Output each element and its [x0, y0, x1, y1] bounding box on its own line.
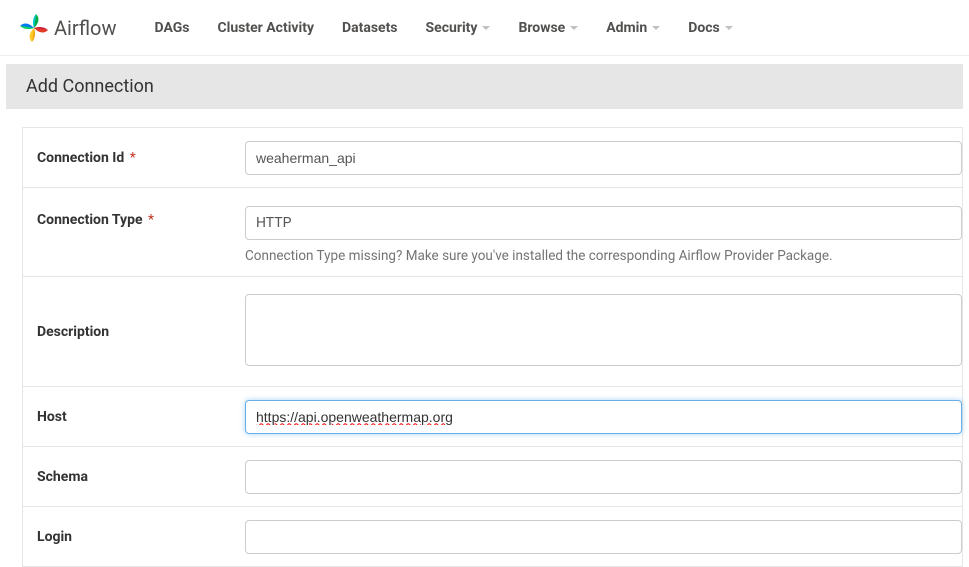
connection-id-input[interactable]: [245, 141, 962, 175]
connection-type-value: HTTP: [256, 215, 291, 231]
nav-admin[interactable]: Admin: [592, 14, 674, 42]
row-login: Login: [23, 507, 962, 567]
airflow-pinwheel-icon: [18, 12, 50, 44]
nav-dags[interactable]: DAGs: [140, 14, 203, 42]
nav-security[interactable]: Security: [412, 14, 505, 42]
login-input[interactable]: [245, 520, 962, 554]
chevron-down-icon: [482, 26, 490, 30]
label-description: Description: [23, 324, 245, 340]
nav-browse[interactable]: Browse: [504, 14, 592, 42]
label-connection-id-text: Connection Id: [37, 150, 124, 166]
nav-security-label: Security: [426, 20, 478, 36]
page-title: Add Connection: [6, 64, 963, 109]
logo[interactable]: Airflow: [18, 12, 116, 44]
nav-items: DAGs Cluster Activity Datasets Security …: [140, 14, 746, 42]
row-connection-id: Connection Id *: [23, 128, 962, 188]
nav-admin-label: Admin: [606, 20, 647, 36]
host-input[interactable]: [245, 400, 962, 434]
label-login: Login: [23, 529, 245, 545]
nav-datasets-label: Datasets: [342, 20, 398, 36]
row-description: Description: [23, 277, 962, 387]
required-indicator: *: [145, 212, 155, 228]
brand-name: Airflow: [54, 16, 116, 40]
row-host: Host: [23, 387, 962, 447]
nav-datasets[interactable]: Datasets: [328, 14, 412, 42]
schema-input[interactable]: [245, 460, 962, 494]
label-connection-type: Connection Type *: [23, 206, 245, 228]
nav-cluster-label: Cluster Activity: [217, 20, 314, 36]
chevron-down-icon: [652, 26, 660, 30]
required-indicator: *: [126, 150, 136, 166]
row-connection-type: Connection Type * HTTP Connection Type m…: [23, 188, 962, 277]
navbar: Airflow DAGs Cluster Activity Datasets S…: [0, 0, 969, 56]
description-textarea[interactable]: [245, 294, 962, 366]
nav-docs[interactable]: Docs: [674, 14, 747, 42]
label-schema: Schema: [23, 469, 245, 485]
nav-docs-label: Docs: [688, 20, 720, 36]
nav-dags-label: DAGs: [154, 20, 189, 36]
nav-browse-label: Browse: [518, 20, 565, 36]
connection-type-select[interactable]: HTTP: [245, 206, 962, 240]
row-schema: Schema: [23, 447, 962, 507]
nav-cluster-activity[interactable]: Cluster Activity: [203, 14, 328, 42]
connection-type-hint: Connection Type missing? Make sure you'v…: [245, 248, 962, 264]
chevron-down-icon: [725, 26, 733, 30]
label-connection-id: Connection Id *: [23, 150, 245, 166]
chevron-down-icon: [570, 26, 578, 30]
connection-form: Connection Id * Connection Type * HTTP C…: [22, 127, 963, 567]
label-host: Host: [23, 409, 245, 425]
label-connection-type-text: Connection Type: [37, 212, 143, 228]
